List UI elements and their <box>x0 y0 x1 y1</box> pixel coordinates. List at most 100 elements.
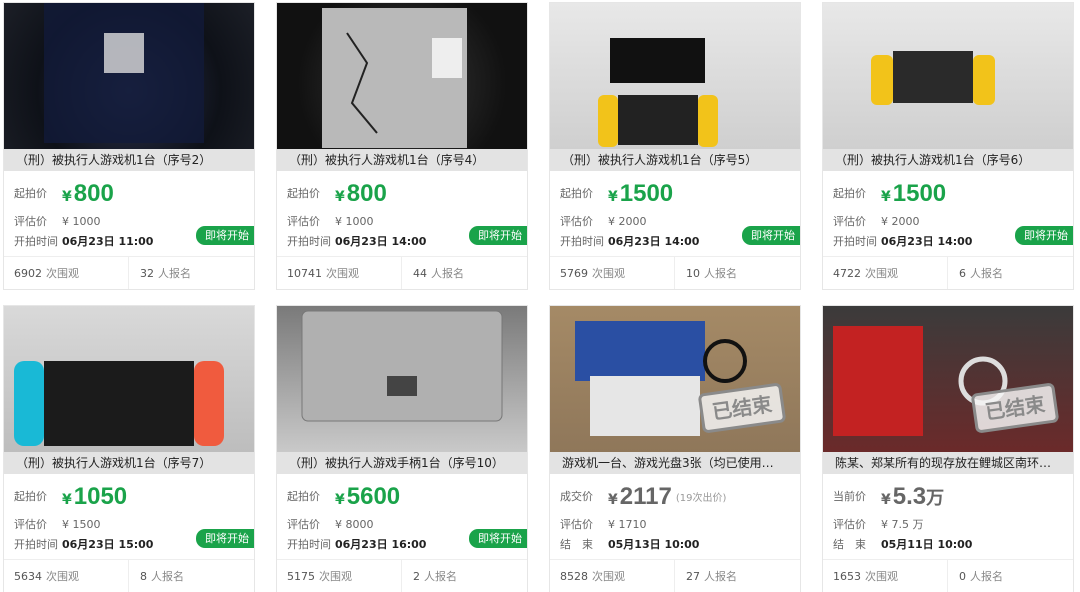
signup-label: 人报名 <box>970 570 1003 583</box>
time-label: 结 束 <box>833 538 866 551</box>
signup-label: 人报名 <box>158 267 191 280</box>
viewer-count: 6902 <box>14 267 42 280</box>
coming-soon-badge: 即将开始 <box>196 226 254 245</box>
viewer-label: 次围观 <box>46 267 79 280</box>
auction-card[interactable]: （刑）被执行人游戏机1台（序号2） 起拍价 ¥800 评估价 ¥ 1000 开拍时间… <box>3 2 255 290</box>
coming-soon-badge: 即将开始 <box>742 226 800 245</box>
item-photo[interactable]: 已结束 <box>823 306 1073 452</box>
currency-symbol: ¥ <box>881 189 891 205</box>
auction-card[interactable]: （刑）被执行人游戏手柄1台（序号10） 起拍价 ¥5600 评估价 ¥ 8000 开… <box>276 305 528 592</box>
viewer-count: 5769 <box>560 267 588 280</box>
coming-soon-badge: 即将开始 <box>196 529 254 548</box>
price-label: 起拍价 <box>833 187 866 200</box>
viewer-count: 8528 <box>560 570 588 583</box>
time-label: 结 束 <box>560 538 593 551</box>
viewer-count: 5175 <box>287 570 315 583</box>
item-photo[interactable] <box>277 306 527 452</box>
time-label: 开拍时间 <box>833 235 877 248</box>
item-title[interactable]: （刑）被执行人游戏手柄1台（序号10） <box>277 452 527 474</box>
item-photo[interactable] <box>823 3 1073 149</box>
time-value: 06月23日 14:00 <box>335 235 427 248</box>
viewer-label: 次围观 <box>592 570 625 583</box>
price-unit: 万 <box>926 488 945 509</box>
price-value: 800 <box>73 180 114 207</box>
viewer-count: 5634 <box>14 570 42 583</box>
stats-bar: 4722 次围观 6 人报名 <box>823 256 1073 289</box>
item-photo[interactable]: 已结束 <box>550 306 800 452</box>
games-photo <box>575 321 747 436</box>
console-photo <box>44 3 204 143</box>
price-label: 起拍价 <box>287 187 320 200</box>
estimate-label: 评估价 <box>287 518 320 531</box>
currency-symbol: ¥ <box>881 492 891 508</box>
signup-count: 32 <box>140 267 154 280</box>
price-label: 起拍价 <box>287 490 320 503</box>
price-value: 800 <box>346 180 387 207</box>
estimate-value: ¥ 1000 <box>62 215 101 228</box>
estimate-value: ¥ 1710 <box>608 518 647 531</box>
auction-card[interactable]: 已结束 陈某、郑某所有的现存放在鲤城区南环… 当前价 ¥5.3万 评估价 ¥ 7.5… <box>822 305 1074 592</box>
viewer-label: 次围观 <box>865 570 898 583</box>
stats-bar: 1653 次围观 0 人报名 <box>823 559 1073 592</box>
stats-bar: 5634 次围观 8 人报名 <box>4 559 254 592</box>
time-label: 开拍时间 <box>560 235 604 248</box>
divider <box>947 257 948 289</box>
currency-symbol: ¥ <box>335 189 345 205</box>
item-title[interactable]: （刑）被执行人游戏机1台（序号5） <box>550 149 800 171</box>
time-value: 06月23日 14:00 <box>881 235 973 248</box>
signup-label: 人报名 <box>151 570 184 583</box>
item-photo[interactable] <box>550 3 800 149</box>
auction-card[interactable]: （刑）被执行人游戏机1台（序号7） 起拍价 ¥1050 评估价 ¥ 1500 开拍时… <box>3 305 255 592</box>
estimate-label: 评估价 <box>14 215 47 228</box>
stats-bar: 10741 次围观 44 人报名 <box>277 256 527 289</box>
item-photo[interactable] <box>4 3 254 149</box>
estimate-value: ¥ 7.5 万 <box>881 518 924 531</box>
item-title[interactable]: （刑）被执行人游戏机1台（序号4） <box>277 149 527 171</box>
time-label: 开拍时间 <box>287 538 331 551</box>
price-value: 1500 <box>892 180 947 207</box>
signup-count: 8 <box>140 570 147 583</box>
price-value: 1500 <box>619 180 674 207</box>
item-title[interactable]: 陈某、郑某所有的现存放在鲤城区南环… <box>823 452 1073 474</box>
price-value: 5.3 <box>892 483 927 510</box>
console-photo <box>322 8 467 148</box>
price-value: 2117 <box>619 483 672 510</box>
price-label: 起拍价 <box>14 490 47 503</box>
stats-bar: 6902 次围观 32 人报名 <box>4 256 254 289</box>
auction-card[interactable]: （刑）被执行人游戏机1台（序号6） 起拍价 ¥1500 评估价 ¥ 2000 开拍时… <box>822 2 1074 290</box>
coming-soon-badge: 即将开始 <box>1015 226 1073 245</box>
stats-bar: 5769 次围观 10 人报名 <box>550 256 800 289</box>
divider <box>674 257 675 289</box>
price-label: 当前价 <box>833 490 866 503</box>
viewer-count: 1653 <box>833 570 861 583</box>
estimate-value: ¥ 1500 <box>62 518 101 531</box>
item-title[interactable]: （刑）被执行人游戏机1台（序号6） <box>823 149 1073 171</box>
price-label: 成交价 <box>560 490 593 503</box>
console-photo <box>14 361 224 446</box>
estimate-label: 评估价 <box>833 518 866 531</box>
item-title[interactable]: （刑）被执行人游戏机1台（序号7） <box>4 452 254 474</box>
price-label: 起拍价 <box>14 187 47 200</box>
signup-label: 人报名 <box>970 267 1003 280</box>
time-value: 05月11日 10:00 <box>881 538 973 551</box>
signup-count: 44 <box>413 267 427 280</box>
item-title[interactable]: （刑）被执行人游戏机1台（序号2） <box>4 149 254 171</box>
console-photo <box>598 38 718 147</box>
auction-card[interactable]: （刑）被执行人游戏机1台（序号4） 起拍价 ¥800 评估价 ¥ 1000 开拍时间… <box>276 2 528 290</box>
item-title[interactable]: 游戏机一台、游戏光盘3张（均已使用… <box>550 452 800 474</box>
estimate-value: ¥ 2000 <box>608 215 647 228</box>
price-value: 5600 <box>346 483 401 510</box>
auction-card[interactable]: （刑）被执行人游戏机1台（序号5） 起拍价 ¥1500 评估价 ¥ 2000 开拍时… <box>549 2 801 290</box>
estimate-value: ¥ 2000 <box>881 215 920 228</box>
viewer-label: 次围观 <box>326 267 359 280</box>
currency-symbol: ¥ <box>62 189 72 205</box>
viewer-count: 4722 <box>833 267 861 280</box>
item-photo[interactable] <box>4 306 254 452</box>
bid-count: (19次出价) <box>675 493 727 504</box>
time-value: 06月23日 11:00 <box>62 235 154 248</box>
estimate-label: 评估价 <box>560 518 593 531</box>
item-photo[interactable] <box>277 3 527 149</box>
stats-bar: 5175 次围观 2 人报名 <box>277 559 527 592</box>
auction-card[interactable]: 已结束 游戏机一台、游戏光盘3张（均已使用… 成交价 ¥2117 (19次出价) 评… <box>549 305 801 592</box>
arcade-photo <box>833 326 1008 436</box>
